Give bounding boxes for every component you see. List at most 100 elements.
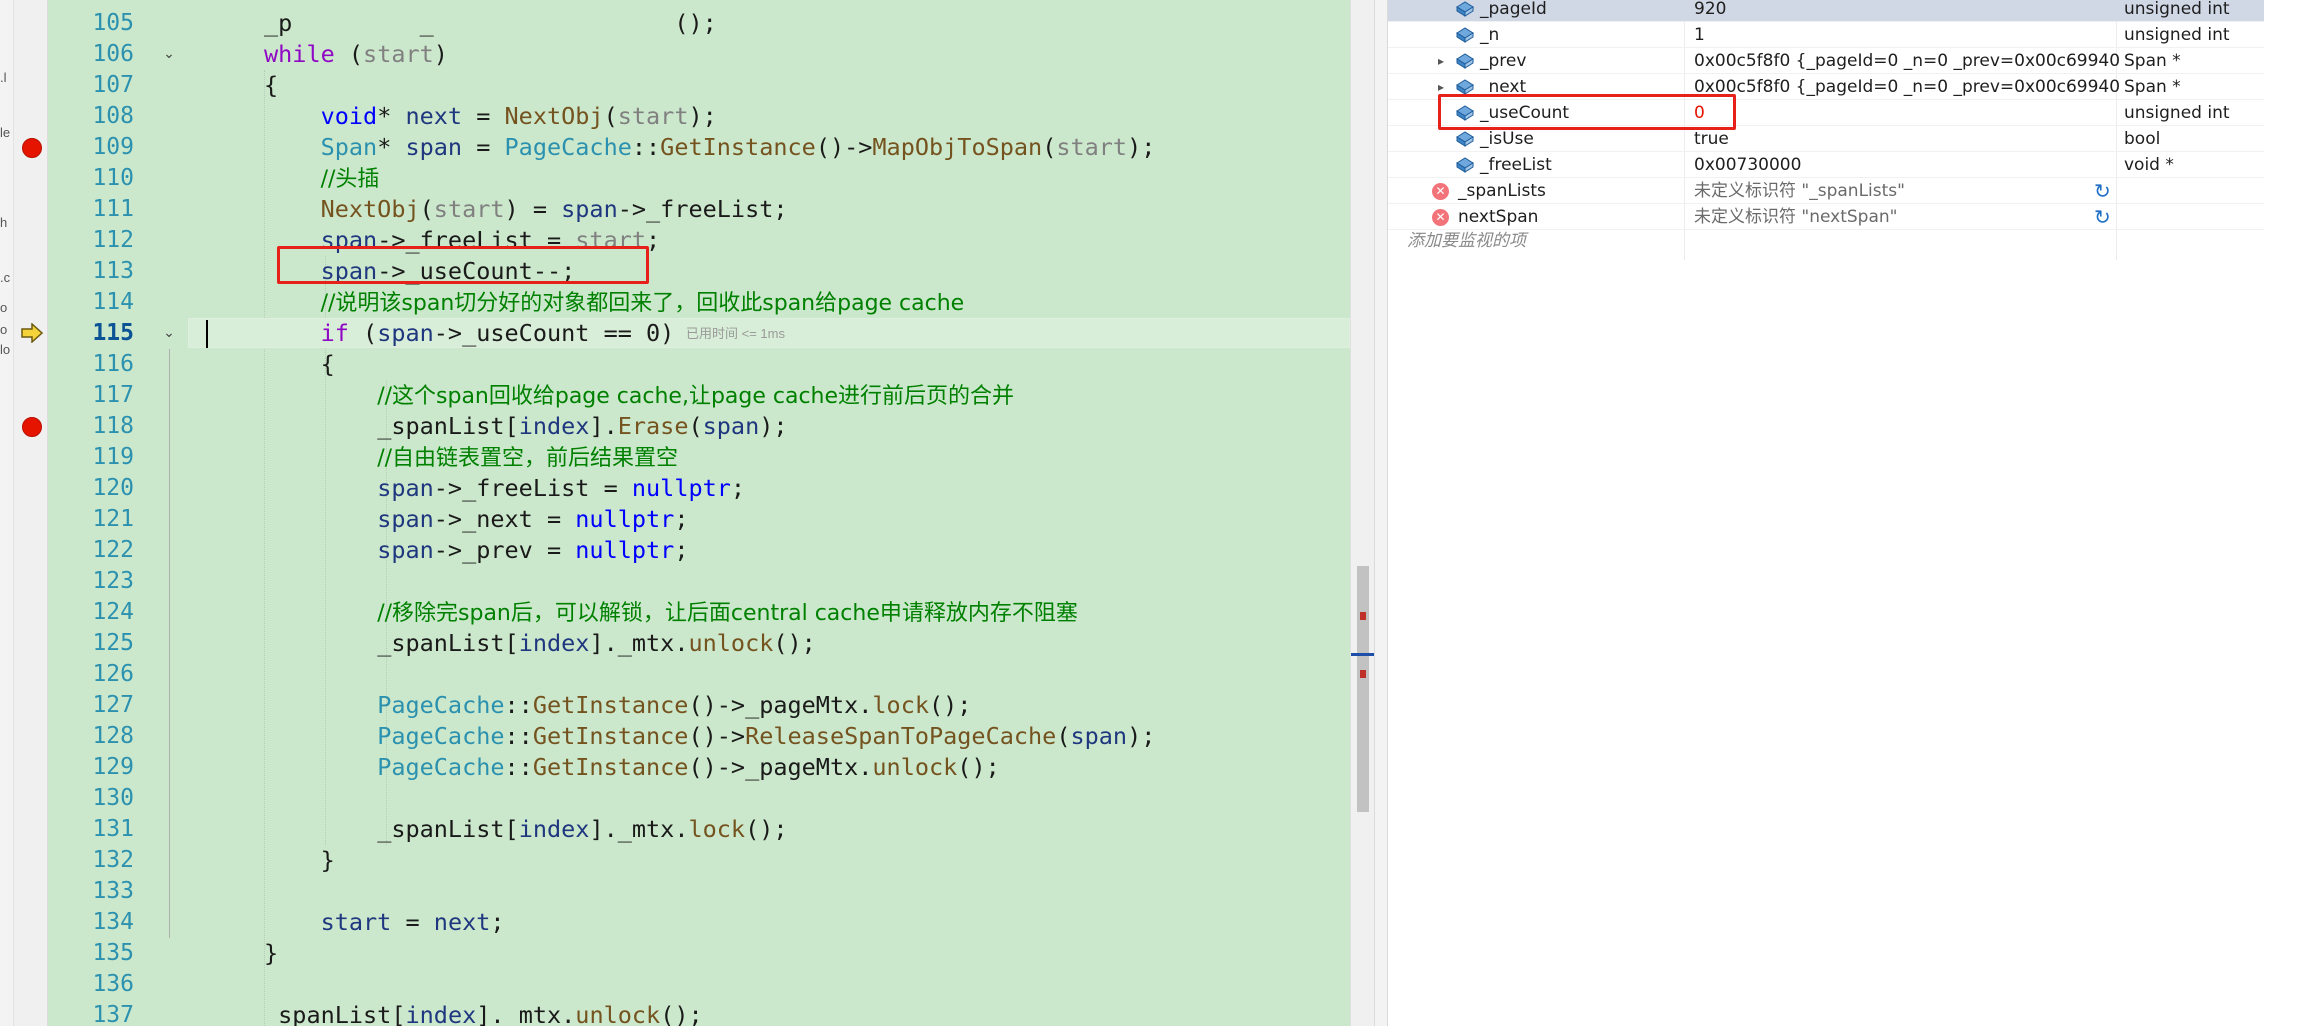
code-token: ( (688, 412, 703, 440)
code-line[interactable]: NextObj(start) = span->_freeList; (264, 194, 788, 225)
code-line[interactable]: { (264, 70, 278, 101)
code-line[interactable]: //说明该span切分好的对象都回来了，回收此span给page cache (264, 287, 965, 318)
code-line[interactable]: span->_freeList = nullptr; (264, 473, 745, 504)
watch-row[interactable]: _pageId 920 unsigned int (1388, 0, 2264, 22)
watch-row[interactable]: _freeList 0x00730000 void * (1388, 152, 2264, 178)
code-line[interactable]: PageCache::GetInstance()->ReleaseSpanToP… (264, 721, 1155, 752)
refresh-icon[interactable]: ↻ (2094, 207, 2111, 227)
watch-value[interactable]: true (1694, 126, 2124, 152)
add-watch-placeholder[interactable]: 添加要监视的项 (1407, 226, 1526, 251)
code-token: span (377, 319, 434, 347)
watch-row[interactable]: ✕ _spanLists 未定义标识符 "_spanLists" ↻ (1388, 178, 2264, 204)
expand-arrow-icon[interactable]: ▸ (1434, 48, 1448, 74)
watch-value[interactable]: 920 (1694, 0, 2124, 22)
code-token: _spanList (377, 412, 505, 440)
code-editor[interactable]: 105 106 107 108 109 110 111 112 113 114 115 116 117 1… (14, 0, 1350, 1026)
code-token: PageCache (377, 753, 505, 781)
code-text-area[interactable]: _p _ (); while (start){ void* next = Next… (188, 0, 1350, 1026)
perftip-elapsed-time[interactable]: 已用时间 <= 1ms (686, 318, 785, 349)
watch-value[interactable]: 未定义标识符 "_spanLists" (1694, 178, 2114, 204)
watch-row[interactable]: _n 1 unsigned int (1388, 22, 2264, 48)
glyph-margin[interactable] (14, 0, 48, 1026)
code-line[interactable]: void* next = NextObj(start); (264, 101, 717, 132)
code-line[interactable]: Span* span = PageCache::GetInstance()->M… (264, 132, 1156, 163)
breakpoint-icon[interactable] (22, 138, 42, 158)
code-token: ; (773, 195, 788, 223)
error-icon: ✕ (1432, 183, 1449, 200)
outlining-guide (169, 349, 170, 938)
line-number: 115 (92, 320, 134, 346)
line-number: 137 (92, 1002, 134, 1026)
code-line[interactable]: span->_next = nullptr; (264, 504, 688, 535)
code-line[interactable]: PageCache::GetInstance()->_pageMtx.unloc… (264, 752, 1000, 783)
watch-value[interactable]: 1 (1694, 22, 2124, 48)
code-token: //头插 (320, 167, 380, 192)
code-token: //这个span回收给page cache,让page cache进行前后页的合… (377, 384, 1015, 409)
code-token: . (674, 629, 689, 657)
code-line[interactable]: } (264, 938, 278, 969)
code-line[interactable]: //自由链表置空，前后结果置空 (264, 442, 678, 473)
code-token: :: (504, 722, 533, 750)
code-line[interactable]: { (264, 349, 335, 380)
code-token: _pageMtx (745, 753, 859, 781)
code-token: [ (504, 412, 519, 440)
code-line[interactable]: if (span->_useCount == 0) (264, 318, 675, 349)
editor-vertical-scrollbar[interactable] (1350, 0, 1375, 1026)
code-token: ); (688, 102, 717, 130)
code-token: _prev (462, 536, 533, 564)
watch-value[interactable]: 0x00c5f8f0 {_pageId=0 _n=0 _prev=0x00c69… (1694, 48, 2124, 74)
watch-value[interactable]: 0x00c5f8f0 {_pageId=0 _n=0 _prev=0x00c69… (1694, 74, 2124, 100)
annotation-highlight-box (277, 246, 649, 284)
code-token: -> (617, 195, 647, 223)
code-token: == 0) (589, 319, 675, 347)
watch-value[interactable]: 0 (1694, 100, 2124, 126)
code-token: GetInstance (532, 753, 689, 781)
breakpoint-icon[interactable] (22, 417, 42, 437)
watch-type: void * (2124, 155, 2174, 175)
scrollbar-thumb[interactable] (1357, 566, 1369, 812)
code-token: ( (603, 102, 618, 130)
code-line[interactable]: _spanList[index].Erase(span); (264, 411, 787, 442)
code-token: ]. (589, 815, 618, 843)
code-line[interactable]: } (264, 845, 335, 876)
code-line[interactable]: _spanList[index]._mtx.lock(); (264, 814, 787, 845)
code-line[interactable]: while (start) (264, 39, 448, 70)
collapse-chevron-icon[interactable]: ⌄ (160, 324, 178, 342)
code-token: (); (957, 753, 1000, 781)
watch-value[interactable]: 0x00730000 (1694, 152, 2124, 178)
code-token: span (377, 536, 434, 564)
code-token: _ (419, 9, 434, 37)
pane-splitter[interactable] (1374, 0, 1388, 1026)
code-line[interactable]: start = next; (264, 907, 505, 938)
code-token: //移除完span后，可以解锁，让后面central cache申请释放内存不阻… (377, 601, 1078, 626)
left-pane-text-fragment: o (0, 322, 8, 337)
line-number: 111 (92, 196, 134, 222)
code-token: unlock (688, 629, 774, 657)
code-token: (); (929, 691, 972, 719)
code-token: -> (433, 505, 463, 533)
code-line[interactable]: _spanList[index]._mtx.unlock(); (264, 628, 816, 659)
watch-row[interactable]: ▸ _prev 0x00c5f8f0 {_pageId=0 _n=0 _prev=0… (1388, 48, 2264, 74)
code-token: . (858, 753, 873, 781)
collapse-chevron-icon[interactable]: ⌄ (160, 45, 178, 63)
refresh-icon[interactable]: ↻ (2094, 181, 2111, 201)
watch-type: Span * (2124, 51, 2181, 71)
line-number: 124 (92, 599, 134, 625)
watch-window[interactable]: _pageId 920 unsigned int _n 1 unsigned int ▸ _p… (1388, 0, 2301, 1026)
code-line[interactable]: //头插 (264, 163, 380, 194)
code-token: index (518, 629, 590, 657)
left-pane-text-fragment: .c (0, 270, 11, 285)
line-number: 131 (92, 816, 134, 842)
code-line[interactable]: PageCache::GetInstance()->_pageMtx.lock(… (264, 690, 971, 721)
code-line[interactable]: //移除完span后，可以解锁，让后面central cache申请释放内存不阻… (264, 597, 1078, 628)
code-line[interactable]: span->_prev = nullptr; (264, 535, 688, 566)
line-number: 122 (92, 537, 134, 563)
watch-value[interactable]: 未定义标识符 "nextSpan" (1694, 204, 2114, 230)
code-line[interactable]: _spanList[index]._mtx.unlock(); (264, 1000, 703, 1026)
code-line[interactable]: _p _ (); (264, 8, 717, 39)
code-token: (); (773, 629, 816, 657)
code-line[interactable]: //这个span回收给page cache,让page cache进行前后页的合… (264, 380, 1014, 411)
code-token: _next (462, 505, 533, 533)
